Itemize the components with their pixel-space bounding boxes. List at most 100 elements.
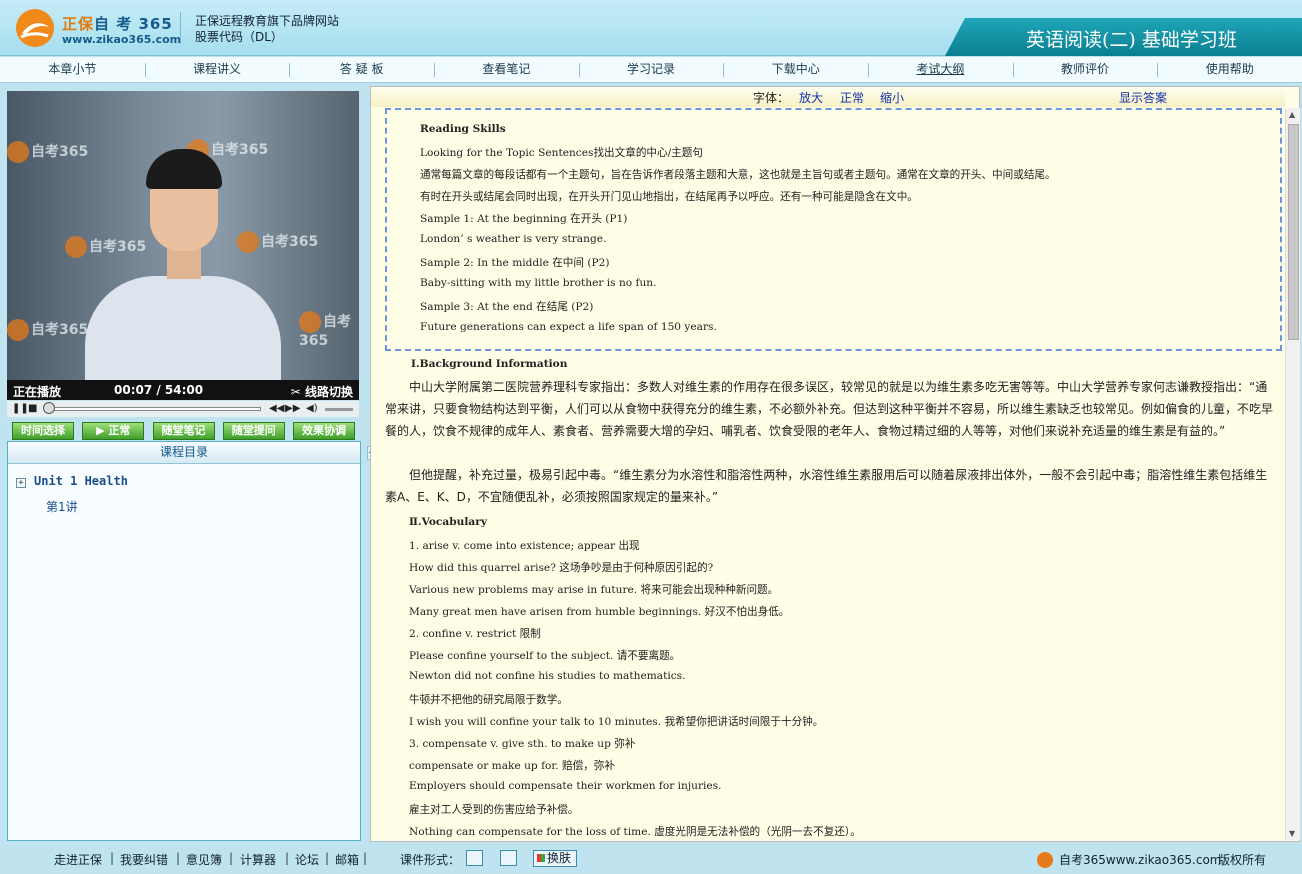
vocab-line: 雇主对工人受到的伤害应给予补偿。 (409, 804, 579, 816)
video-watermark: 自考365 (299, 311, 359, 349)
header-tagline: 正保远程教育旗下品牌网站 (195, 14, 340, 28)
catalog-lesson[interactable]: 第1讲 (46, 498, 78, 515)
course-title: 英语阅读(二) 基础学习班 (1026, 29, 1237, 51)
time-select-button[interactable]: 时间选择 (12, 422, 74, 440)
footer-copyright: 版权所有 (1218, 853, 1267, 867)
palette-icon (537, 854, 545, 862)
lecturer-figure (85, 276, 281, 381)
vocab-line: 3. compensate v. give sth. to make up 弥补 (409, 738, 636, 750)
reading-line: Sample 1: At the beginning 在开头 (P1) (420, 213, 628, 225)
class-question-button[interactable]: 随堂提问 (222, 422, 285, 440)
scroll-up-icon[interactable]: ▲ (1289, 110, 1295, 119)
vocab-line: How did this quarrel arise? 这场争吵是由于何种原因引… (409, 562, 714, 574)
footer-separator: | (229, 851, 234, 865)
reading-line: Sample 2: In the middle 在中间 (P2) (420, 257, 610, 269)
video-watermark: 自考365 (237, 231, 318, 253)
header-divider (180, 12, 181, 44)
footer-link-calculator[interactable]: 计算器 (240, 851, 276, 868)
footer-separator: | (285, 851, 290, 865)
layout-format-icon[interactable] (500, 850, 517, 866)
left-panel: 自考365 自考365 自考365 自考365 自考365 自考365 正在播放… (6, 90, 361, 842)
zikao365-logo-icon (16, 9, 54, 47)
vocab-line: compensate or make up for. 赔偿，弥补 (409, 760, 615, 772)
reading-line: Future generations can expect a life spa… (420, 321, 717, 333)
font-toolbar: 字体： 放大 正常 缩小 显示答案 (371, 87, 1285, 107)
vocab-line: I wish you will confine your talk to 10 … (409, 716, 824, 728)
class-notes-button[interactable]: 随堂笔记 (152, 422, 215, 440)
nav-study-records[interactable]: 学习记录 (578, 57, 724, 82)
catalog-title: 课程目录 (8, 442, 360, 464)
video-watermark: 自考365 (7, 319, 88, 341)
vocab-line: Nothing can compensate for the loss of t… (409, 826, 861, 838)
nav-download-center[interactable]: 下载中心 (723, 57, 868, 82)
font-label: 字体： (753, 91, 790, 105)
stop-icon[interactable]: ■ (28, 403, 37, 414)
seek-bar[interactable] (47, 407, 261, 411)
brand-url: www.zikao365.com (62, 33, 182, 46)
font-normal-link[interactable]: 正常 (840, 91, 864, 105)
footer-site-url[interactable]: 自考365www.zikao365.com (1059, 851, 1221, 868)
video-status-bar: 正在播放 00:07 / 54:00 ✂ 线路切换 (7, 380, 359, 400)
show-answer-link[interactable]: 显示答案 (1119, 91, 1167, 105)
nav-exam-syllabus[interactable]: 考试大纲 (868, 57, 1013, 82)
vocab-line: Newton did not confine his studies to ma… (409, 670, 686, 682)
play-time: 00:07 / 54:00 (114, 383, 204, 397)
player-button-row: 时间选择 ▶ 正常 随堂笔记 随堂提问 效果协调 (6, 420, 361, 442)
volume-icon[interactable]: ◀) (306, 403, 318, 414)
main-nav: 本章小节 课程讲义 答 疑 板 查看笔记 学习记录 下载中心 考试大纲 教师评价… (0, 57, 1302, 83)
video-controls: ❚❚ ■ ◀◀ ▶▶ ◀) (7, 401, 359, 417)
nav-lecture-notes[interactable]: 课程讲义 (144, 57, 290, 82)
header: 正保自 考 365 www.zikao365.com 正保远程教育旗下品牌网站 … (0, 0, 1302, 56)
font-smaller-link[interactable]: 缩小 (880, 91, 904, 105)
video-player[interactable]: 自考365 自考365 自考365 自考365 自考365 自考365 (7, 91, 359, 381)
footer-link-feedback[interactable]: 意见簿 (186, 851, 222, 868)
pause-icon[interactable]: ❚❚ (12, 403, 29, 414)
volume-slider[interactable] (325, 408, 353, 411)
footer-separator: | (325, 851, 330, 865)
forward-icon[interactable]: ▶▶ (285, 403, 300, 414)
audio-format-icon[interactable] (466, 850, 483, 866)
footer-logo-icon (1037, 852, 1053, 868)
seek-handle[interactable] (43, 402, 55, 414)
nav-qa-board[interactable]: 答 疑 板 (289, 57, 434, 82)
footer-link-mailbox[interactable]: 邮箱 (335, 851, 359, 868)
reading-line: Sample 3: At the end 在结尾 (P2) (420, 301, 594, 313)
reading-line: Baby-sitting with my little brother is n… (420, 277, 657, 289)
footer-link-forum[interactable]: 论坛 (295, 851, 319, 868)
footer-link-report-error[interactable]: 我要纠错 (120, 851, 168, 868)
footer-separator: | (176, 851, 181, 865)
rewind-icon[interactable]: ◀◀ (269, 403, 284, 414)
lecture-content: 字体： 放大 正常 缩小 显示答案 Reading Skills Looking… (370, 86, 1300, 842)
normal-speed-button[interactable]: ▶ 正常 (82, 422, 145, 440)
reading-skills-box: Reading Skills Looking for the Topic Sen… (385, 108, 1282, 351)
reading-skills-heading: Reading Skills (420, 123, 506, 135)
reading-line: Looking for the Topic Sentences找出文章的中心/主… (420, 147, 703, 159)
font-larger-link[interactable]: 放大 (799, 91, 823, 105)
vocab-line: 牛顿并不把他的研究局限于数学。 (409, 694, 568, 706)
catalog-unit[interactable]: + Unit 1 Health (16, 474, 128, 488)
background-paragraph: 中山大学附属第二医院营养理科专家指出：多数人对维生素的作用存在很多误区，较常见的… (385, 380, 1274, 438)
footer-separator: | (363, 851, 368, 865)
change-skin-button[interactable]: 换肤 (533, 850, 577, 867)
vocab-line: Many great men have arisen from humble b… (409, 606, 790, 618)
footer-separator: | (110, 851, 115, 865)
reading-line: 通常每篇文章的每段话都有一个主题句，旨在告诉作者段落主题和大意，这也就是主旨句或… (420, 169, 1056, 181)
scrollbar-thumb[interactable] (1288, 124, 1299, 340)
effect-adjust-button[interactable]: 效果协调 (293, 422, 355, 440)
footer-link-about[interactable]: 走进正保 (54, 851, 102, 868)
vocab-line: Various new problems may arise in future… (409, 584, 779, 596)
nav-help[interactable]: 使用帮助 (1157, 57, 1302, 82)
nav-view-notes[interactable]: 查看笔记 (434, 57, 579, 82)
video-watermark: 自考365 (65, 236, 146, 258)
content-scrollbar[interactable]: ▲ ▼ (1285, 108, 1300, 840)
vocab-line: 1. arise v. come into existence; appear … (409, 540, 640, 552)
line-switch-button[interactable]: ✂ 线路切换 (291, 383, 353, 400)
background-paragraph: 但他提醒，补充过量，极易引起中毒。“维生素分为水溶性和脂溶性两种，水溶性维生素服… (385, 468, 1268, 504)
scroll-down-icon[interactable]: ▼ (1289, 829, 1295, 838)
expand-icon[interactable]: + (16, 478, 26, 488)
reading-line: London’ s weather is very strange. (420, 233, 607, 245)
nav-chapter-summary[interactable]: 本章小节 (0, 57, 145, 82)
nav-teacher-evaluation[interactable]: 教师评价 (1012, 57, 1158, 82)
vocabulary-heading: Ⅱ.Vocabulary (409, 516, 487, 528)
reading-line: 有时在开头或结尾会同时出现，在开头开门见山地指出，在结尾再予以呼应。还有一种可能… (420, 191, 918, 203)
